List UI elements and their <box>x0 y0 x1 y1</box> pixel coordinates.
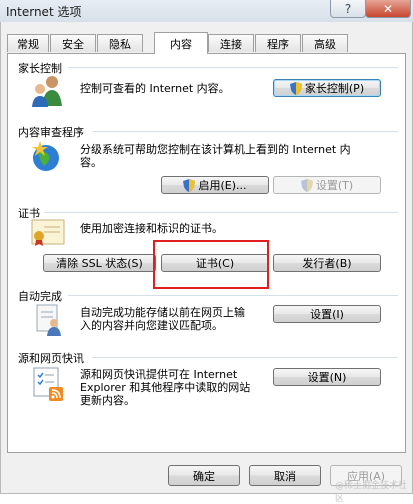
tab-advanced[interactable]: 高级 <box>302 34 348 52</box>
divider <box>93 131 398 132</box>
publishers-button[interactable]: 发行者(B) <box>273 254 381 272</box>
feeds-description-line3: 更新内容。 <box>80 394 135 407</box>
globe-star-icon <box>32 141 59 171</box>
feeds-settings-button[interactable]: 设置(N) <box>273 368 381 386</box>
feed-list-icon <box>33 367 63 401</box>
tab-privacy[interactable]: 隐私 <box>97 34 143 52</box>
dialog-body: 常规 安全 隐私 内容 连接 程序 高级 家长控制 控制可查看的 Interne… <box>0 22 413 494</box>
close-button[interactable]: ✕ <box>365 0 411 18</box>
autocomplete-description-line1: 自动完成功能存储以前在网页上输 <box>80 306 245 319</box>
tab-programs[interactable]: 程序 <box>255 34 301 52</box>
parental-controls-button[interactable]: 家长控制(P) <box>273 79 381 97</box>
autocomplete-title: 自动完成 <box>18 290 62 303</box>
parental-controls-button-label: 家长控制(P) <box>304 82 365 95</box>
advisor-settings-button[interactable]: 设置(T) <box>273 176 381 194</box>
certificates-button[interactable]: 证书(C) <box>161 254 269 272</box>
cancel-button[interactable]: 取消 <box>249 465 321 486</box>
divider <box>68 67 398 68</box>
watermark: @稀土掘金技术社区 <box>335 481 408 504</box>
shield-icon <box>183 178 196 192</box>
content-advisor-title: 内容审查程序 <box>18 126 84 139</box>
divider <box>68 295 398 296</box>
tab-connections[interactable]: 连接 <box>208 34 254 52</box>
content-panel: 家长控制 控制可查看的 Internet 内容。 家长控制(P) 内容审查程序 … <box>7 53 406 453</box>
advisor-description-line2: 容。 <box>80 156 102 169</box>
advisor-settings-label: 设置(T) <box>315 179 354 192</box>
ok-button[interactable]: 确定 <box>168 465 240 486</box>
autocomplete-settings-button[interactable]: 设置(I) <box>273 305 381 323</box>
shield-icon <box>300 178 313 192</box>
divider <box>44 212 398 213</box>
window-title: Internet 选项 <box>6 5 82 19</box>
parental-description: 控制可查看的 Internet 内容。 <box>80 82 230 95</box>
certificates-description: 使用加密连接和标识的证书。 <box>80 222 223 235</box>
tab-security[interactable]: 安全 <box>50 34 96 52</box>
title-bar: Internet 选项 ? ✕ <box>0 0 413 23</box>
tab-content[interactable]: 内容 <box>154 32 208 54</box>
feeds-description-line2: Explorer 和其他程序中读取的网站 <box>80 381 251 394</box>
autocomplete-description-line2: 入的内容并向您建议匹配项。 <box>80 319 223 332</box>
divider <box>92 357 398 358</box>
tab-general[interactable]: 常规 <box>7 34 49 52</box>
advisor-description-line1: 分级系统可帮助您控制在该计算机上看到的 Internet 内 <box>80 143 351 156</box>
enable-advisor-button[interactable]: 启用(E)... <box>161 176 269 194</box>
form-user-icon <box>36 304 61 336</box>
clear-ssl-button[interactable]: 清除 SSL 状态(S) <box>43 254 156 272</box>
shield-icon <box>289 81 302 95</box>
feeds-description-line1: 源和网页快讯提供可在 Internet <box>80 368 238 381</box>
feeds-title: 源和网页快讯 <box>18 352 84 365</box>
family-users-icon <box>32 76 62 107</box>
help-button[interactable]: ? <box>330 0 366 18</box>
enable-advisor-label: 启用(E)... <box>198 179 247 192</box>
certificate-icon <box>31 219 65 246</box>
